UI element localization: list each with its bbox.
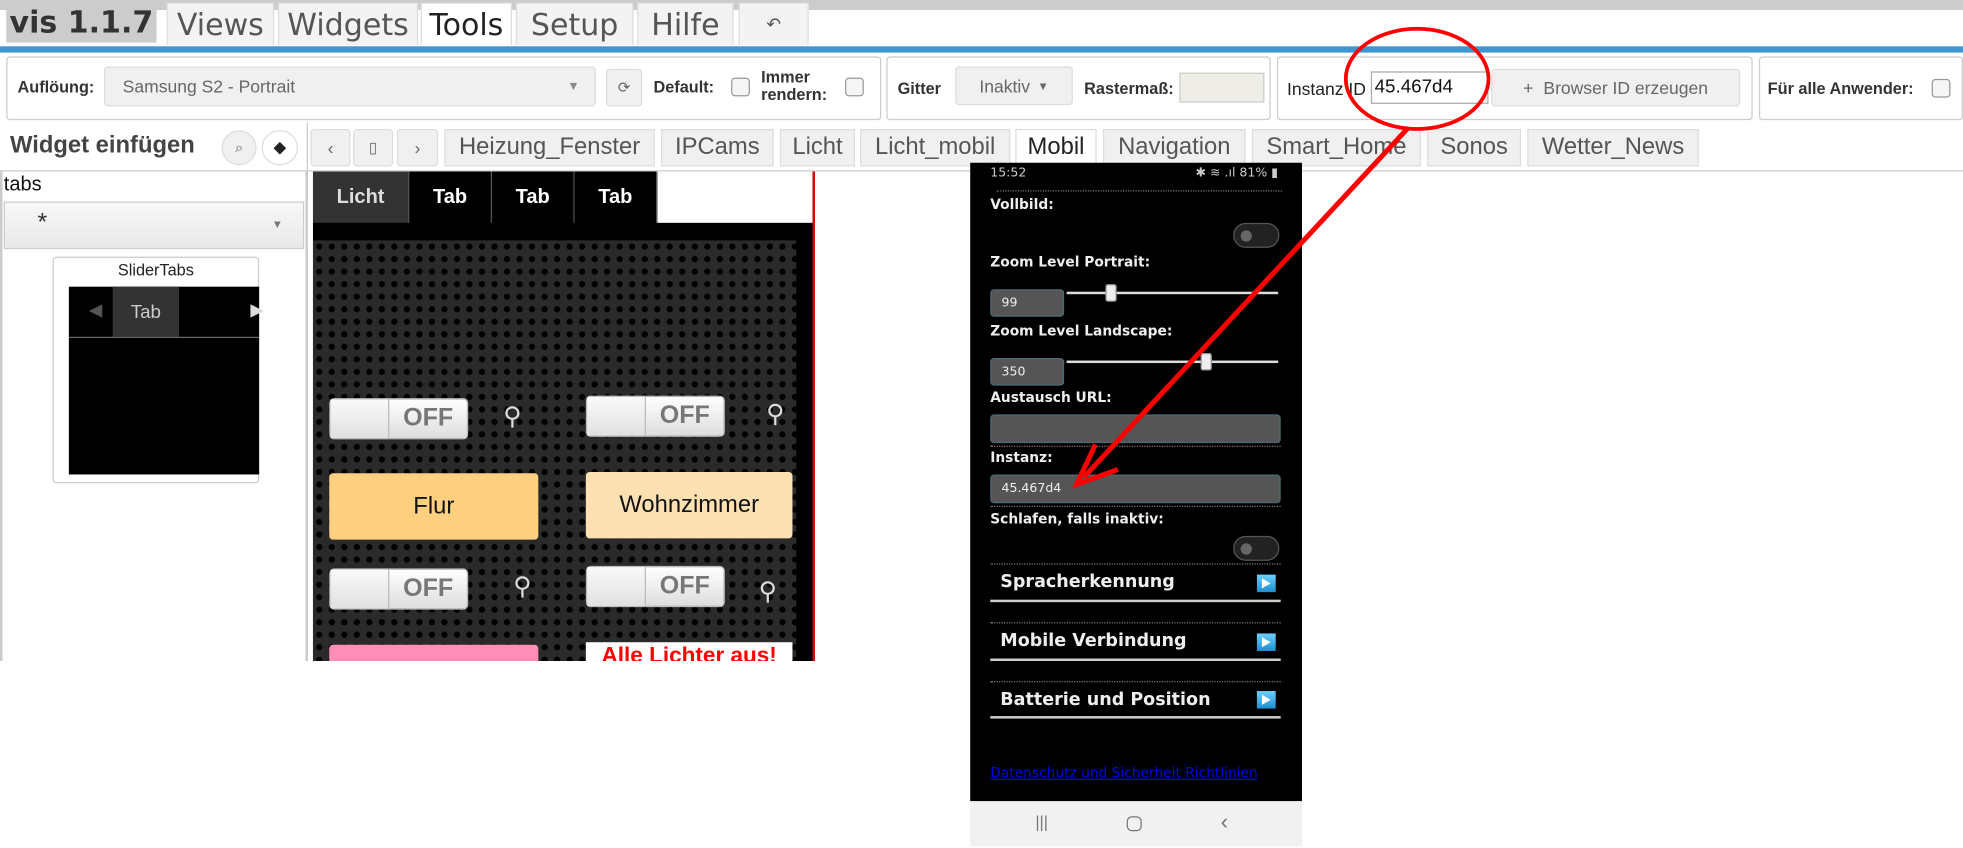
annotation-circle (1343, 26, 1491, 131)
annotation-arrow (1082, 127, 1409, 479)
annotation-overlay (1071, 26, 1491, 489)
